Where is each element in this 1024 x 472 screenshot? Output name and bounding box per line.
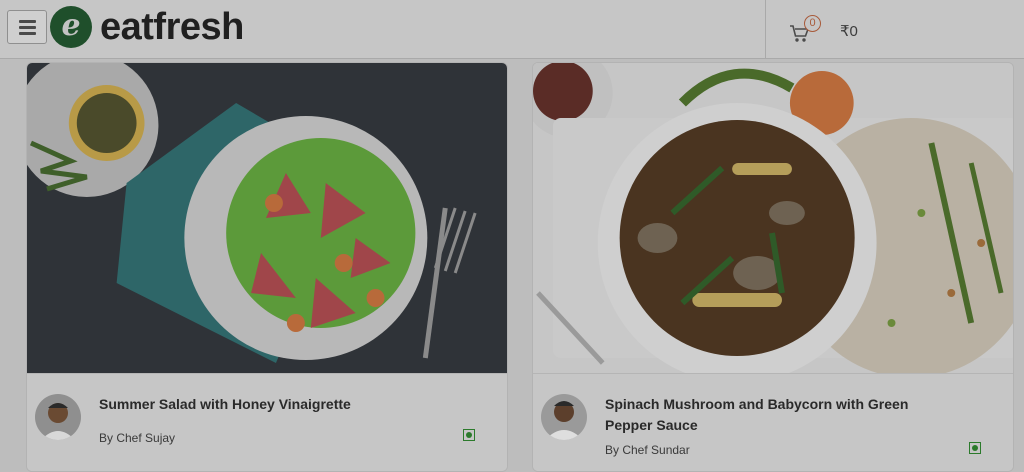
logo-mark-icon: e [50, 6, 92, 48]
mushroom-babycorn-soup-photo [533, 63, 1013, 373]
chef-name[interactable]: By Chef Sundar [605, 443, 690, 457]
veg-icon [969, 442, 981, 454]
logo[interactable]: e eatfresh [50, 5, 244, 49]
recipe-card-2[interactable]: Spinach Mushroom and Babycorn with Green… [532, 62, 1014, 472]
cart-count-badge: 0 [804, 15, 821, 32]
summer-salad-photo [27, 63, 507, 373]
hamburger-menu-icon [19, 20, 36, 23]
logo-text: eatfresh [100, 6, 244, 48]
veg-dot [466, 432, 472, 438]
recipe-info: Summer Salad with Honey Vinaigrette By C… [27, 373, 507, 471]
chef-name[interactable]: By Chef Sujay [99, 431, 175, 445]
header-bar: e eatfresh 0 ₹0 [0, 0, 1024, 59]
header-divider [765, 0, 766, 58]
hamburger-line [19, 26, 36, 29]
cart-total[interactable]: ₹0 [840, 22, 858, 40]
veg-dot [972, 445, 978, 451]
recipe-info: Spinach Mushroom and Babycorn with Green… [533, 373, 1013, 471]
veg-icon [463, 429, 475, 441]
recipe-title[interactable]: Summer Salad with Honey Vinaigrette [99, 394, 429, 415]
logo-letter: e [61, 7, 81, 43]
menu-button[interactable] [7, 10, 47, 44]
recipe-card-1[interactable]: Summer Salad with Honey Vinaigrette By C… [26, 62, 508, 472]
recipe-title[interactable]: Spinach Mushroom and Babycorn with Green… [605, 394, 935, 436]
hamburger-line [19, 32, 36, 35]
chef-avatar [35, 394, 81, 440]
chef-avatar [541, 394, 587, 440]
